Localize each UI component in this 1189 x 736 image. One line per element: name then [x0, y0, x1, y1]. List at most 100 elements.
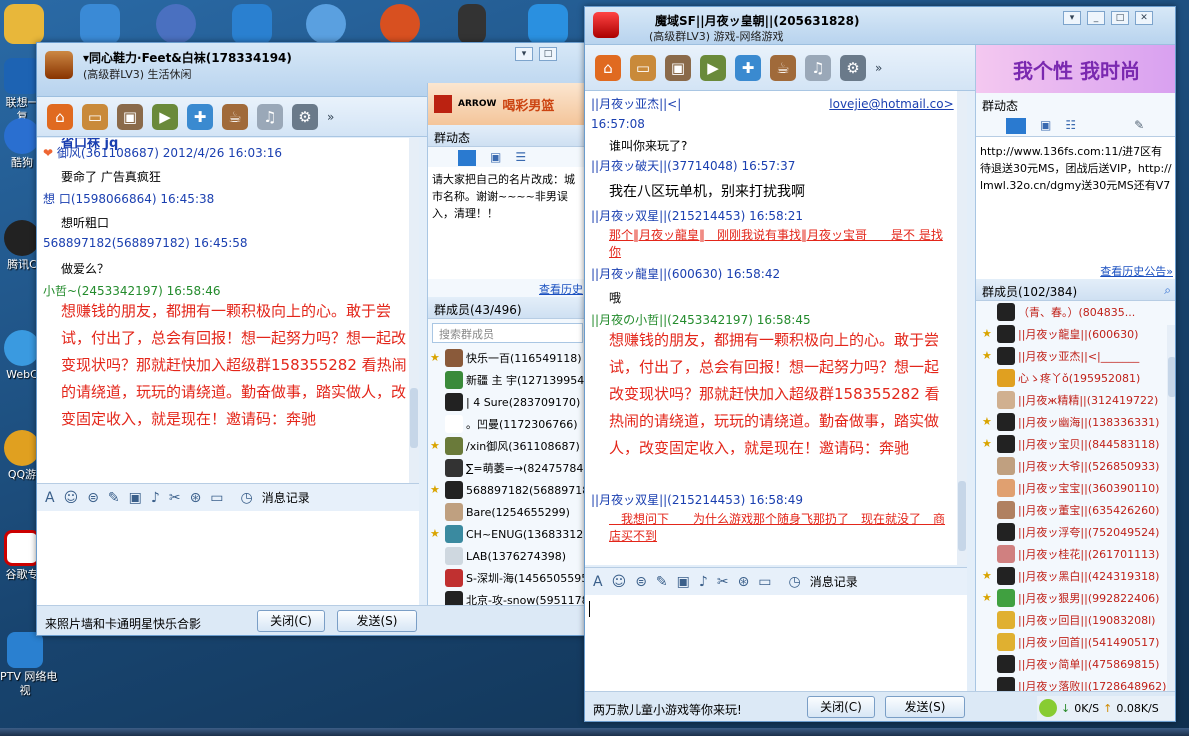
- screen-icon[interactable]: ▭: [210, 490, 223, 506]
- input-area[interactable]: [585, 595, 967, 691]
- folder-icon[interactable]: ▭: [630, 54, 656, 81]
- edit-icon[interactable]: ✎: [656, 574, 668, 590]
- close-button[interactable]: 关闭(C): [807, 696, 875, 718]
- member-item[interactable]: ||月夜ッ桂花||(261701113): [980, 543, 1175, 565]
- history-link[interactable]: 查看历史: [428, 279, 585, 297]
- video-icon[interactable]: ▶: [152, 103, 178, 130]
- grid-icon[interactable]: ☷: [1065, 118, 1076, 133]
- folder-icon[interactable]: ▭: [82, 103, 108, 130]
- speaker-icon[interactable]: [1006, 118, 1026, 134]
- ie-icon[interactable]: [80, 4, 120, 44]
- scrollbar[interactable]: [957, 91, 967, 565]
- music-icon[interactable]: ♪: [151, 490, 160, 506]
- member-item[interactable]: 新疆 主 宇(1271399547: [428, 369, 585, 391]
- member-item[interactable]: ∑=萌萎=→(824757845: [428, 457, 585, 479]
- album-icon[interactable]: ▣: [117, 103, 143, 130]
- member-item[interactable]: ||月夜ッ董宝||(635426260): [980, 499, 1175, 521]
- cloud-icon[interactable]: [528, 4, 568, 44]
- edit-icon[interactable]: ✎: [108, 490, 120, 506]
- forum-icon[interactable]: ✚: [735, 54, 761, 81]
- list-icon[interactable]: ☰: [515, 150, 526, 164]
- footer-ad[interactable]: 两万款儿童小游戏等你来玩!: [593, 701, 742, 718]
- member-item[interactable]: ★ 快乐一百(116549118): [428, 347, 585, 369]
- link-icon[interactable]: ⊛: [190, 490, 202, 506]
- coffee-icon[interactable]: ☕: [770, 54, 796, 81]
- speaker-icon[interactable]: [458, 150, 476, 166]
- sender-name[interactable]: ||月夜ッ双星||(215214453): [591, 209, 745, 223]
- font-icon[interactable]: A: [45, 490, 55, 506]
- member-item[interactable]: ★ ||月夜ッ狠男||(992822406): [980, 587, 1175, 609]
- home-icon[interactable]: ⌂: [47, 103, 73, 130]
- group-avatar[interactable]: [593, 12, 619, 38]
- member-item[interactable]: S-深圳-海(1456505595): [428, 567, 585, 589]
- history-link[interactable]: 查看历史公告»: [976, 261, 1175, 279]
- member-item[interactable]: ||月夜ж精精||(312419722): [980, 389, 1175, 411]
- scissors-icon[interactable]: ✂: [169, 490, 181, 506]
- music-icon[interactable]: ♪: [699, 574, 708, 590]
- sender-name[interactable]: 568897182(568897182): [43, 236, 190, 250]
- desktop-icon[interactable]: PTV 网络电 视: [0, 632, 57, 698]
- emoji-icon[interactable]: ☺: [64, 490, 79, 506]
- title-bar[interactable]: 魔域SF||月夜ッ皇朝||(205631828) (高级群LV3) 游戏-网络游…: [585, 7, 1175, 45]
- member-item[interactable]: 心ゝ疼丫ǒ(195952081): [980, 367, 1175, 389]
- desktop-top-icon[interactable]: [4, 4, 44, 44]
- video-icon[interactable]: ▶: [700, 54, 726, 81]
- banner[interactable]: 我个性 我时尚: [976, 45, 1175, 93]
- member-item[interactable]: ★ ||月夜ッ黑白||(424319318): [980, 565, 1175, 587]
- sender-name[interactable]: 想 口(1598066864): [43, 192, 157, 206]
- group-avatar[interactable]: [45, 51, 73, 79]
- wrench-icon[interactable]: ✎: [1134, 118, 1144, 133]
- message-area[interactable]: 省口袜 jq ❤ 御风(361108687) 2012/4/26 16:03:1…: [37, 138, 419, 483]
- member-item[interactable]: ★ ||月夜ッ宝贝||(844583118): [980, 433, 1175, 455]
- member-item[interactable]: ★ 568897182(568897182): [428, 479, 585, 501]
- member-item[interactable]: ★ CH~ENUG(136833126): [428, 523, 585, 545]
- maximize-button[interactable]: □: [539, 47, 557, 61]
- member-item[interactable]: ||月夜ッ浮夸||(752049524): [980, 521, 1175, 543]
- maximize-button[interactable]: □: [1111, 11, 1129, 25]
- emoji-icon[interactable]: ☺: [612, 574, 627, 590]
- wink-icon[interactable]: ⊜: [635, 574, 647, 590]
- sender-name[interactable]: ||月夜ッ双星||(215214453): [591, 493, 745, 507]
- member-item[interactable]: ★ /xin御风(361108687): [428, 435, 585, 457]
- album-icon[interactable]: ▣: [665, 54, 691, 81]
- footer-ad[interactable]: 来照片墙和卡通明星快乐合影: [45, 615, 201, 632]
- history-button[interactable]: 消息记录: [810, 573, 858, 590]
- ad-banner[interactable]: ARROW 喝彩男篮: [428, 83, 585, 125]
- more-icon[interactable]: »: [327, 110, 334, 124]
- wink-icon[interactable]: ⊜: [87, 490, 99, 506]
- close-button[interactable]: 关闭(C): [257, 610, 325, 632]
- itunes-icon[interactable]: [156, 4, 196, 44]
- member-item[interactable]: （青、春。）(804835...: [980, 301, 1175, 323]
- member-item[interactable]: LAB(1376274398): [428, 545, 585, 567]
- input-area[interactable]: [37, 511, 419, 605]
- scrollbar[interactable]: [409, 138, 419, 483]
- send-button[interactable]: 发送(S): [885, 696, 965, 718]
- member-item[interactable]: Bare(1254655299): [428, 501, 585, 523]
- screen-icon[interactable]: ▭: [758, 574, 771, 590]
- member-item[interactable]: | 4 Sure(283709170): [428, 391, 585, 413]
- member-item[interactable]: 北京-攻-snow(59511789: [428, 589, 585, 605]
- send-button[interactable]: 发送(S): [337, 610, 417, 632]
- gear-icon[interactable]: ⚙: [292, 103, 318, 130]
- member-item[interactable]: ★ ||月夜ッ龍皇||(600630): [980, 323, 1175, 345]
- member-search[interactable]: 搜索群成员: [432, 323, 583, 343]
- image-icon[interactable]: ▣: [677, 574, 690, 590]
- member-item[interactable]: 。凹曼(1172306766): [428, 413, 585, 435]
- member-item[interactable]: ||月夜ッ简单||(475869815): [980, 653, 1175, 675]
- font-icon[interactable]: A: [593, 574, 603, 590]
- history-button[interactable]: 消息记录: [262, 489, 310, 506]
- sender-email[interactable]: lovejie@hotmail.co>: [829, 97, 953, 111]
- member-item[interactable]: ||月夜ッ大爷||(526850933): [980, 455, 1175, 477]
- link-icon[interactable]: ⊛: [738, 574, 750, 590]
- coffee-icon[interactable]: ☕: [222, 103, 248, 130]
- app-red-icon[interactable]: [380, 4, 420, 44]
- scissors-icon[interactable]: ✂: [717, 574, 729, 590]
- member-item[interactable]: ||月夜ッ落败||(1728648962): [980, 675, 1175, 691]
- minimize-button[interactable]: ▾: [515, 47, 533, 61]
- history-icon[interactable]: ◷: [789, 574, 801, 590]
- message-area[interactable]: ||月夜ッ亚杰||<| lovejie@hotmail.co> 16:57:08 …: [585, 91, 967, 565]
- qq-manager-icon[interactable]: [1039, 699, 1057, 717]
- sender-name[interactable]: ||月夜の小哲||(2453342197): [591, 313, 753, 327]
- photo-icon[interactable]: ▣: [490, 150, 501, 164]
- phone-icon[interactable]: [458, 4, 486, 44]
